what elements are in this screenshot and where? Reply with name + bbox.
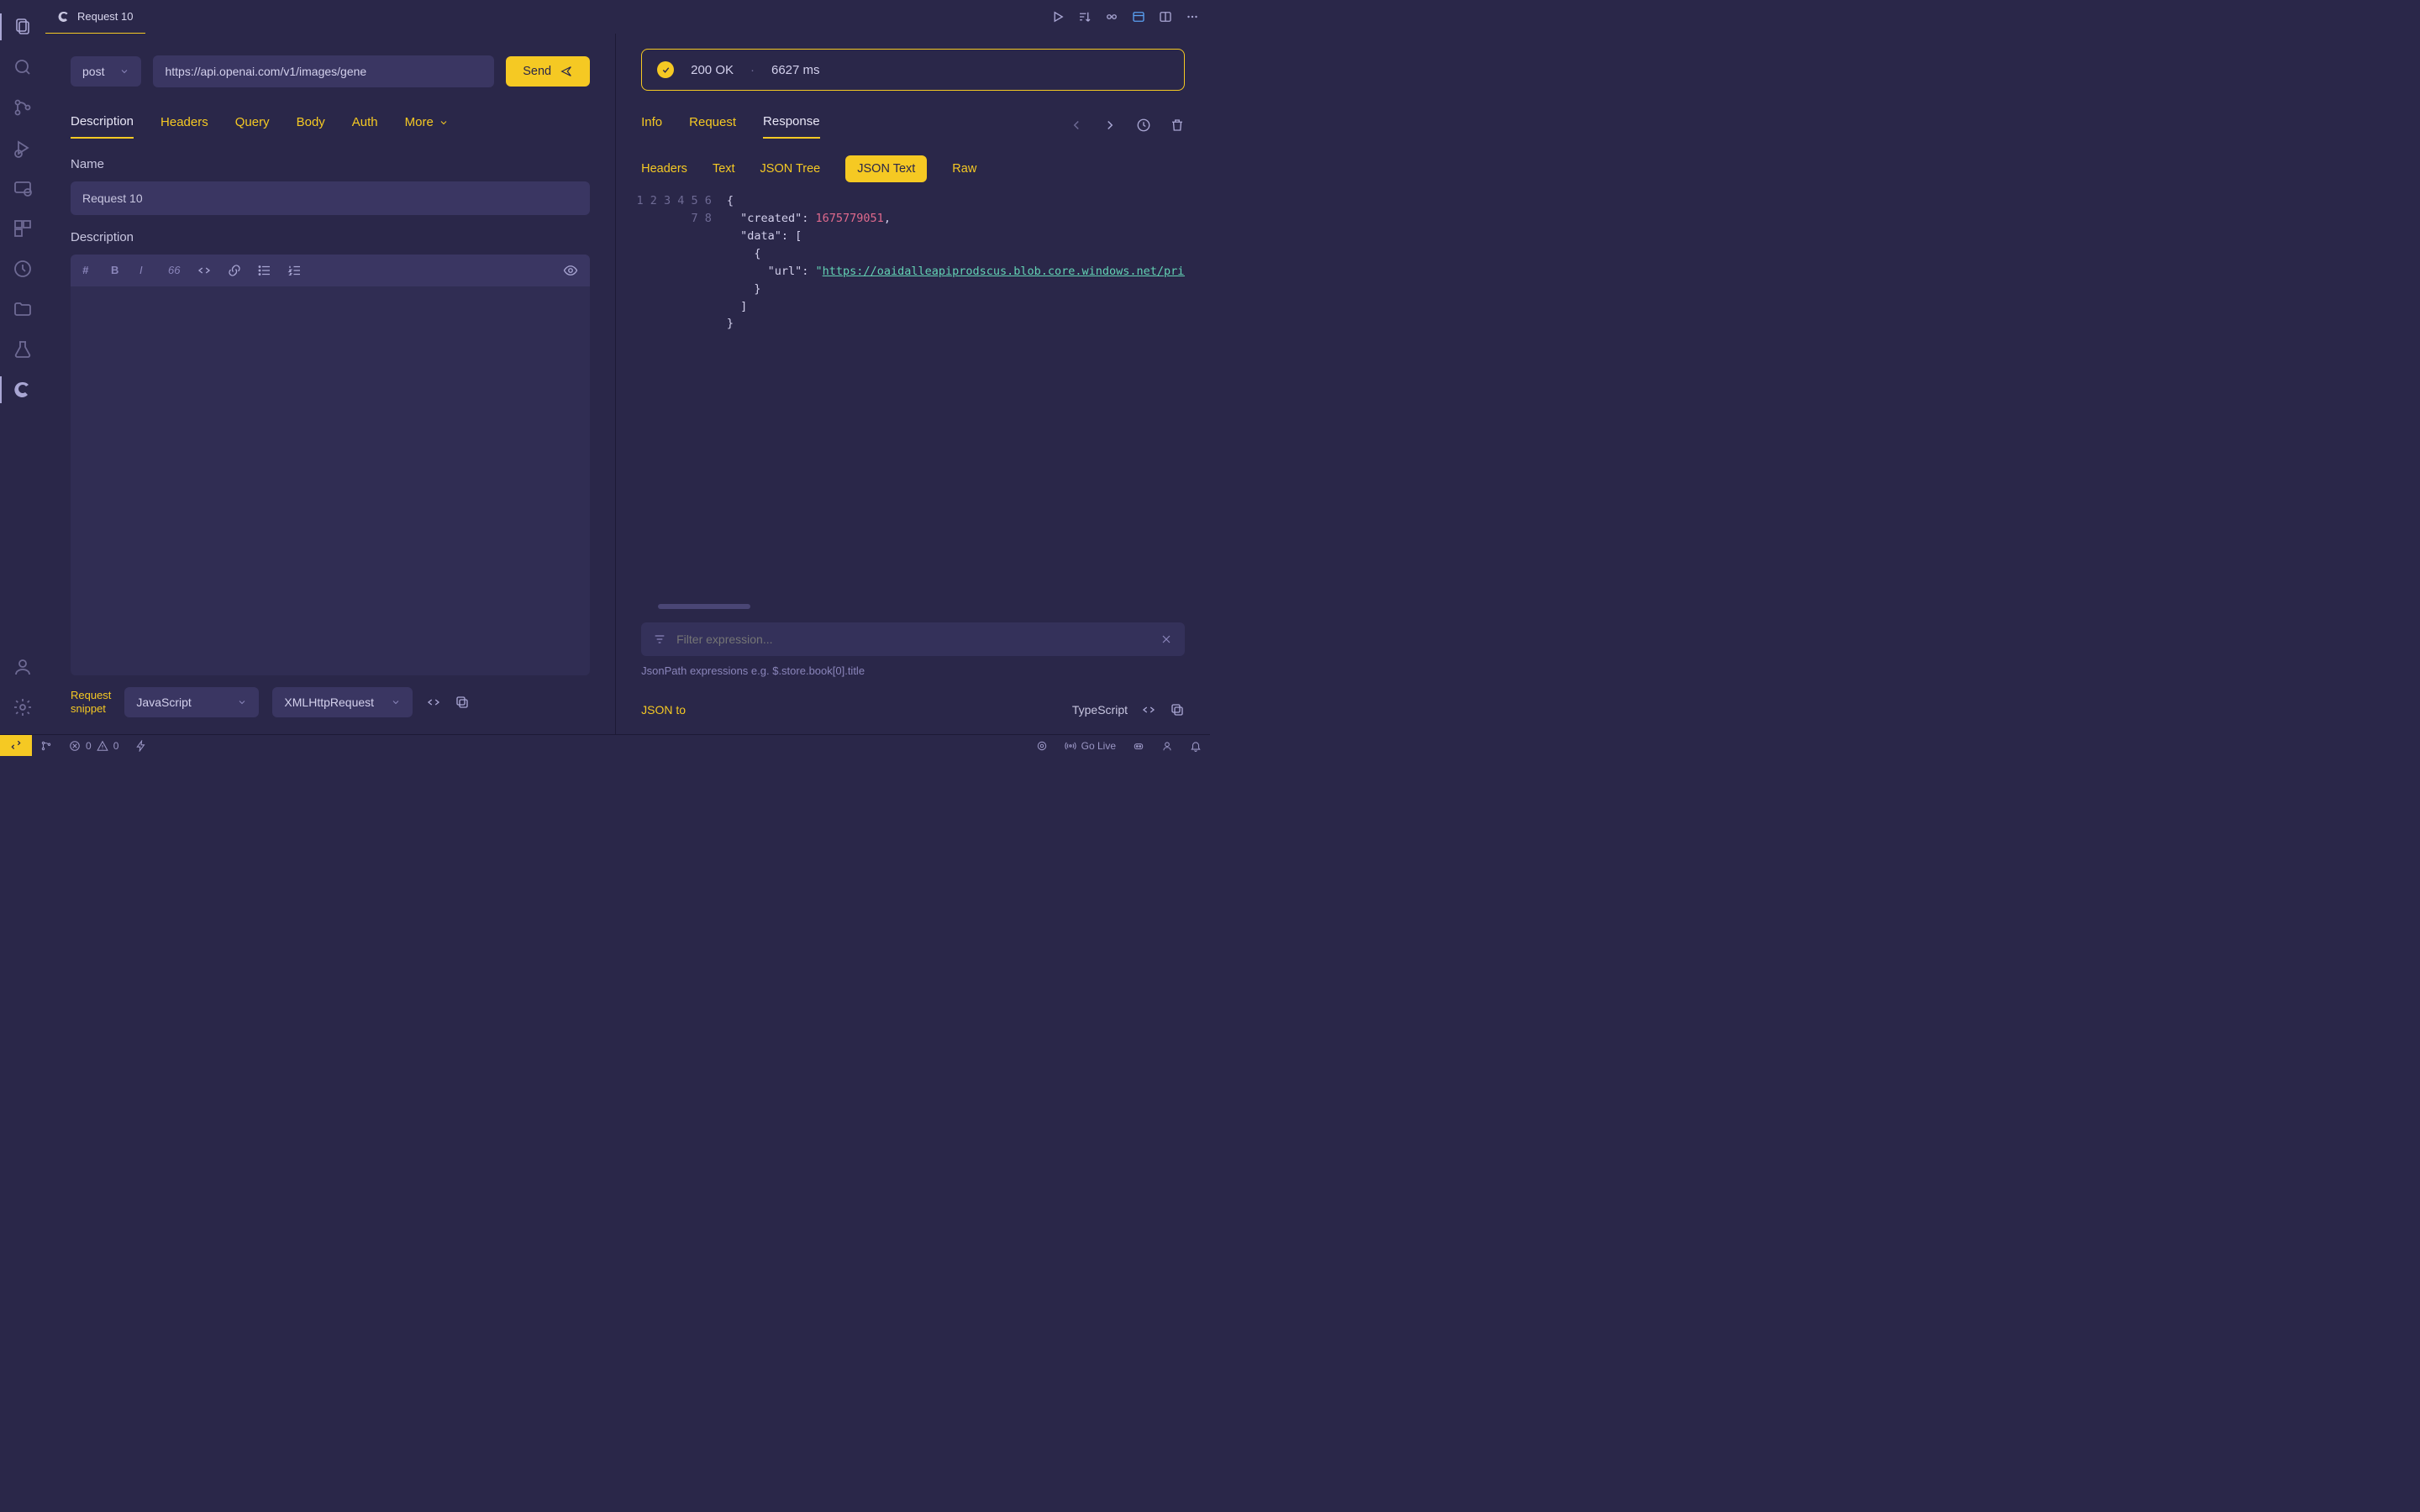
chevron-down-icon [439, 118, 449, 128]
jsonpath-hint: JsonPath expressions e.g. $.store.book[0… [616, 656, 1210, 677]
jsonto-code-icon[interactable] [1141, 702, 1156, 717]
italic-icon[interactable]: I [139, 264, 153, 277]
tab-query[interactable]: Query [235, 115, 270, 138]
history-clock-icon[interactable] [1136, 118, 1151, 136]
tab-title: Request 10 [77, 10, 134, 23]
tab-auth[interactable]: Auth [352, 115, 378, 138]
bolt-icon[interactable] [127, 740, 155, 752]
settings-gear-icon[interactable] [0, 687, 45, 727]
send-button-label: Send [523, 65, 551, 78]
filter-input[interactable] [676, 633, 1150, 646]
attach-link-icon[interactable] [227, 263, 242, 278]
app-logo-icon[interactable] [0, 370, 45, 410]
bell-icon[interactable] [1181, 740, 1210, 752]
remote-explorer-icon[interactable] [0, 168, 45, 208]
history-prev-icon[interactable] [1069, 118, 1084, 136]
run-icon[interactable] [1050, 9, 1065, 24]
ol-list-icon[interactable] [287, 263, 302, 278]
http-method-label: post [82, 65, 104, 78]
go-live-button[interactable]: Go Live [1056, 740, 1124, 752]
jsonto-copy-icon[interactable] [1170, 702, 1185, 717]
subtab-text[interactable]: Text [713, 155, 735, 182]
chevron-down-icon [237, 697, 247, 707]
filter-expression-field[interactable] [641, 622, 1185, 656]
run-debug-icon[interactable] [0, 128, 45, 168]
snippet-copy-icon[interactable] [455, 695, 470, 710]
tab-description[interactable]: Description [71, 114, 134, 139]
jsonto-lang[interactable]: TypeScript [1072, 703, 1128, 717]
delete-icon[interactable] [1170, 118, 1185, 136]
clear-icon[interactable] [1160, 633, 1173, 646]
preview-eye-icon[interactable] [563, 263, 578, 278]
history-next-icon[interactable] [1102, 118, 1118, 136]
tab-request-10[interactable]: Request 10 [45, 0, 145, 34]
beaker-icon[interactable] [0, 329, 45, 370]
search-icon[interactable] [0, 47, 45, 87]
app-logo-icon [57, 10, 71, 24]
tab-headers[interactable]: Headers [160, 115, 208, 138]
filter-icon [653, 633, 666, 646]
quote-icon[interactable]: 66 [168, 264, 182, 277]
send-icon [560, 65, 573, 78]
tab-request-view[interactable]: Request [689, 115, 736, 138]
tab-body[interactable]: Body [297, 115, 325, 138]
copilot-icon[interactable] [1124, 740, 1153, 752]
snippet-code-icon[interactable] [426, 695, 441, 710]
link-icon[interactable] [1104, 9, 1119, 24]
response-time-text: 6627 ms [771, 63, 820, 77]
port-icon[interactable] [1028, 740, 1056, 752]
description-editor[interactable] [71, 286, 590, 675]
layout-icon[interactable] [1131, 9, 1146, 24]
snippet-label: Request snippet [71, 689, 111, 715]
tab-more[interactable]: More [405, 115, 449, 138]
send-button[interactable]: Send [506, 56, 590, 87]
description-label: Description [71, 230, 590, 244]
snippet-lang-select[interactable]: JavaScript [124, 687, 259, 717]
account-icon[interactable] [0, 647, 45, 687]
name-label: Name [71, 157, 590, 171]
status-ok-icon [657, 61, 674, 78]
snippet-lib-select[interactable]: XMLHttpRequest [272, 687, 413, 717]
heading-icon[interactable]: # [82, 264, 96, 277]
activity-bar [0, 0, 45, 734]
response-status-banner: 200 OK · 6627 ms [641, 49, 1185, 91]
chevron-down-icon [391, 697, 401, 707]
ul-list-icon[interactable] [257, 263, 272, 278]
response-status-text: 200 OK [691, 63, 734, 77]
request-name-input[interactable] [71, 181, 590, 215]
chevron-down-icon [119, 66, 129, 76]
branch-indicator[interactable] [32, 740, 60, 752]
sort-icon[interactable] [1077, 9, 1092, 24]
source-control-icon[interactable] [0, 87, 45, 128]
request-tabs: Description Headers Query Body Auth More [45, 87, 615, 139]
subtab-json-tree[interactable]: JSON Tree [760, 155, 821, 182]
code-icon[interactable] [197, 263, 212, 278]
problems-indicator[interactable]: 0 0 [60, 740, 127, 752]
folder-icon[interactable] [0, 289, 45, 329]
split-editor-icon[interactable] [1158, 9, 1173, 24]
response-json-view[interactable]: 1 2 3 4 5 6 7 8 { "created": 1675779051,… [616, 182, 1210, 599]
feedback-icon[interactable] [1153, 740, 1181, 752]
tab-bar: Request 10 [45, 0, 1210, 34]
timeline-icon[interactable] [0, 249, 45, 289]
status-bar: 0 0 Go Live [0, 734, 1210, 756]
description-toolbar: # B I 66 [71, 255, 590, 286]
explorer-icon[interactable] [0, 7, 45, 47]
extensions-icon[interactable] [0, 208, 45, 249]
tab-info[interactable]: Info [641, 115, 662, 138]
bold-icon[interactable]: B [111, 264, 124, 277]
http-method-select[interactable]: post [71, 56, 141, 87]
subtab-raw[interactable]: Raw [952, 155, 976, 182]
subtab-headers[interactable]: Headers [641, 155, 687, 182]
remote-indicator[interactable] [0, 735, 32, 756]
url-input[interactable]: https://api.openai.com/v1/images/gene [153, 55, 494, 87]
jsonto-label: JSON to [641, 703, 686, 717]
subtab-json-text[interactable]: JSON Text [845, 155, 927, 182]
more-icon[interactable] [1185, 9, 1200, 24]
tab-response-view[interactable]: Response [763, 114, 820, 139]
